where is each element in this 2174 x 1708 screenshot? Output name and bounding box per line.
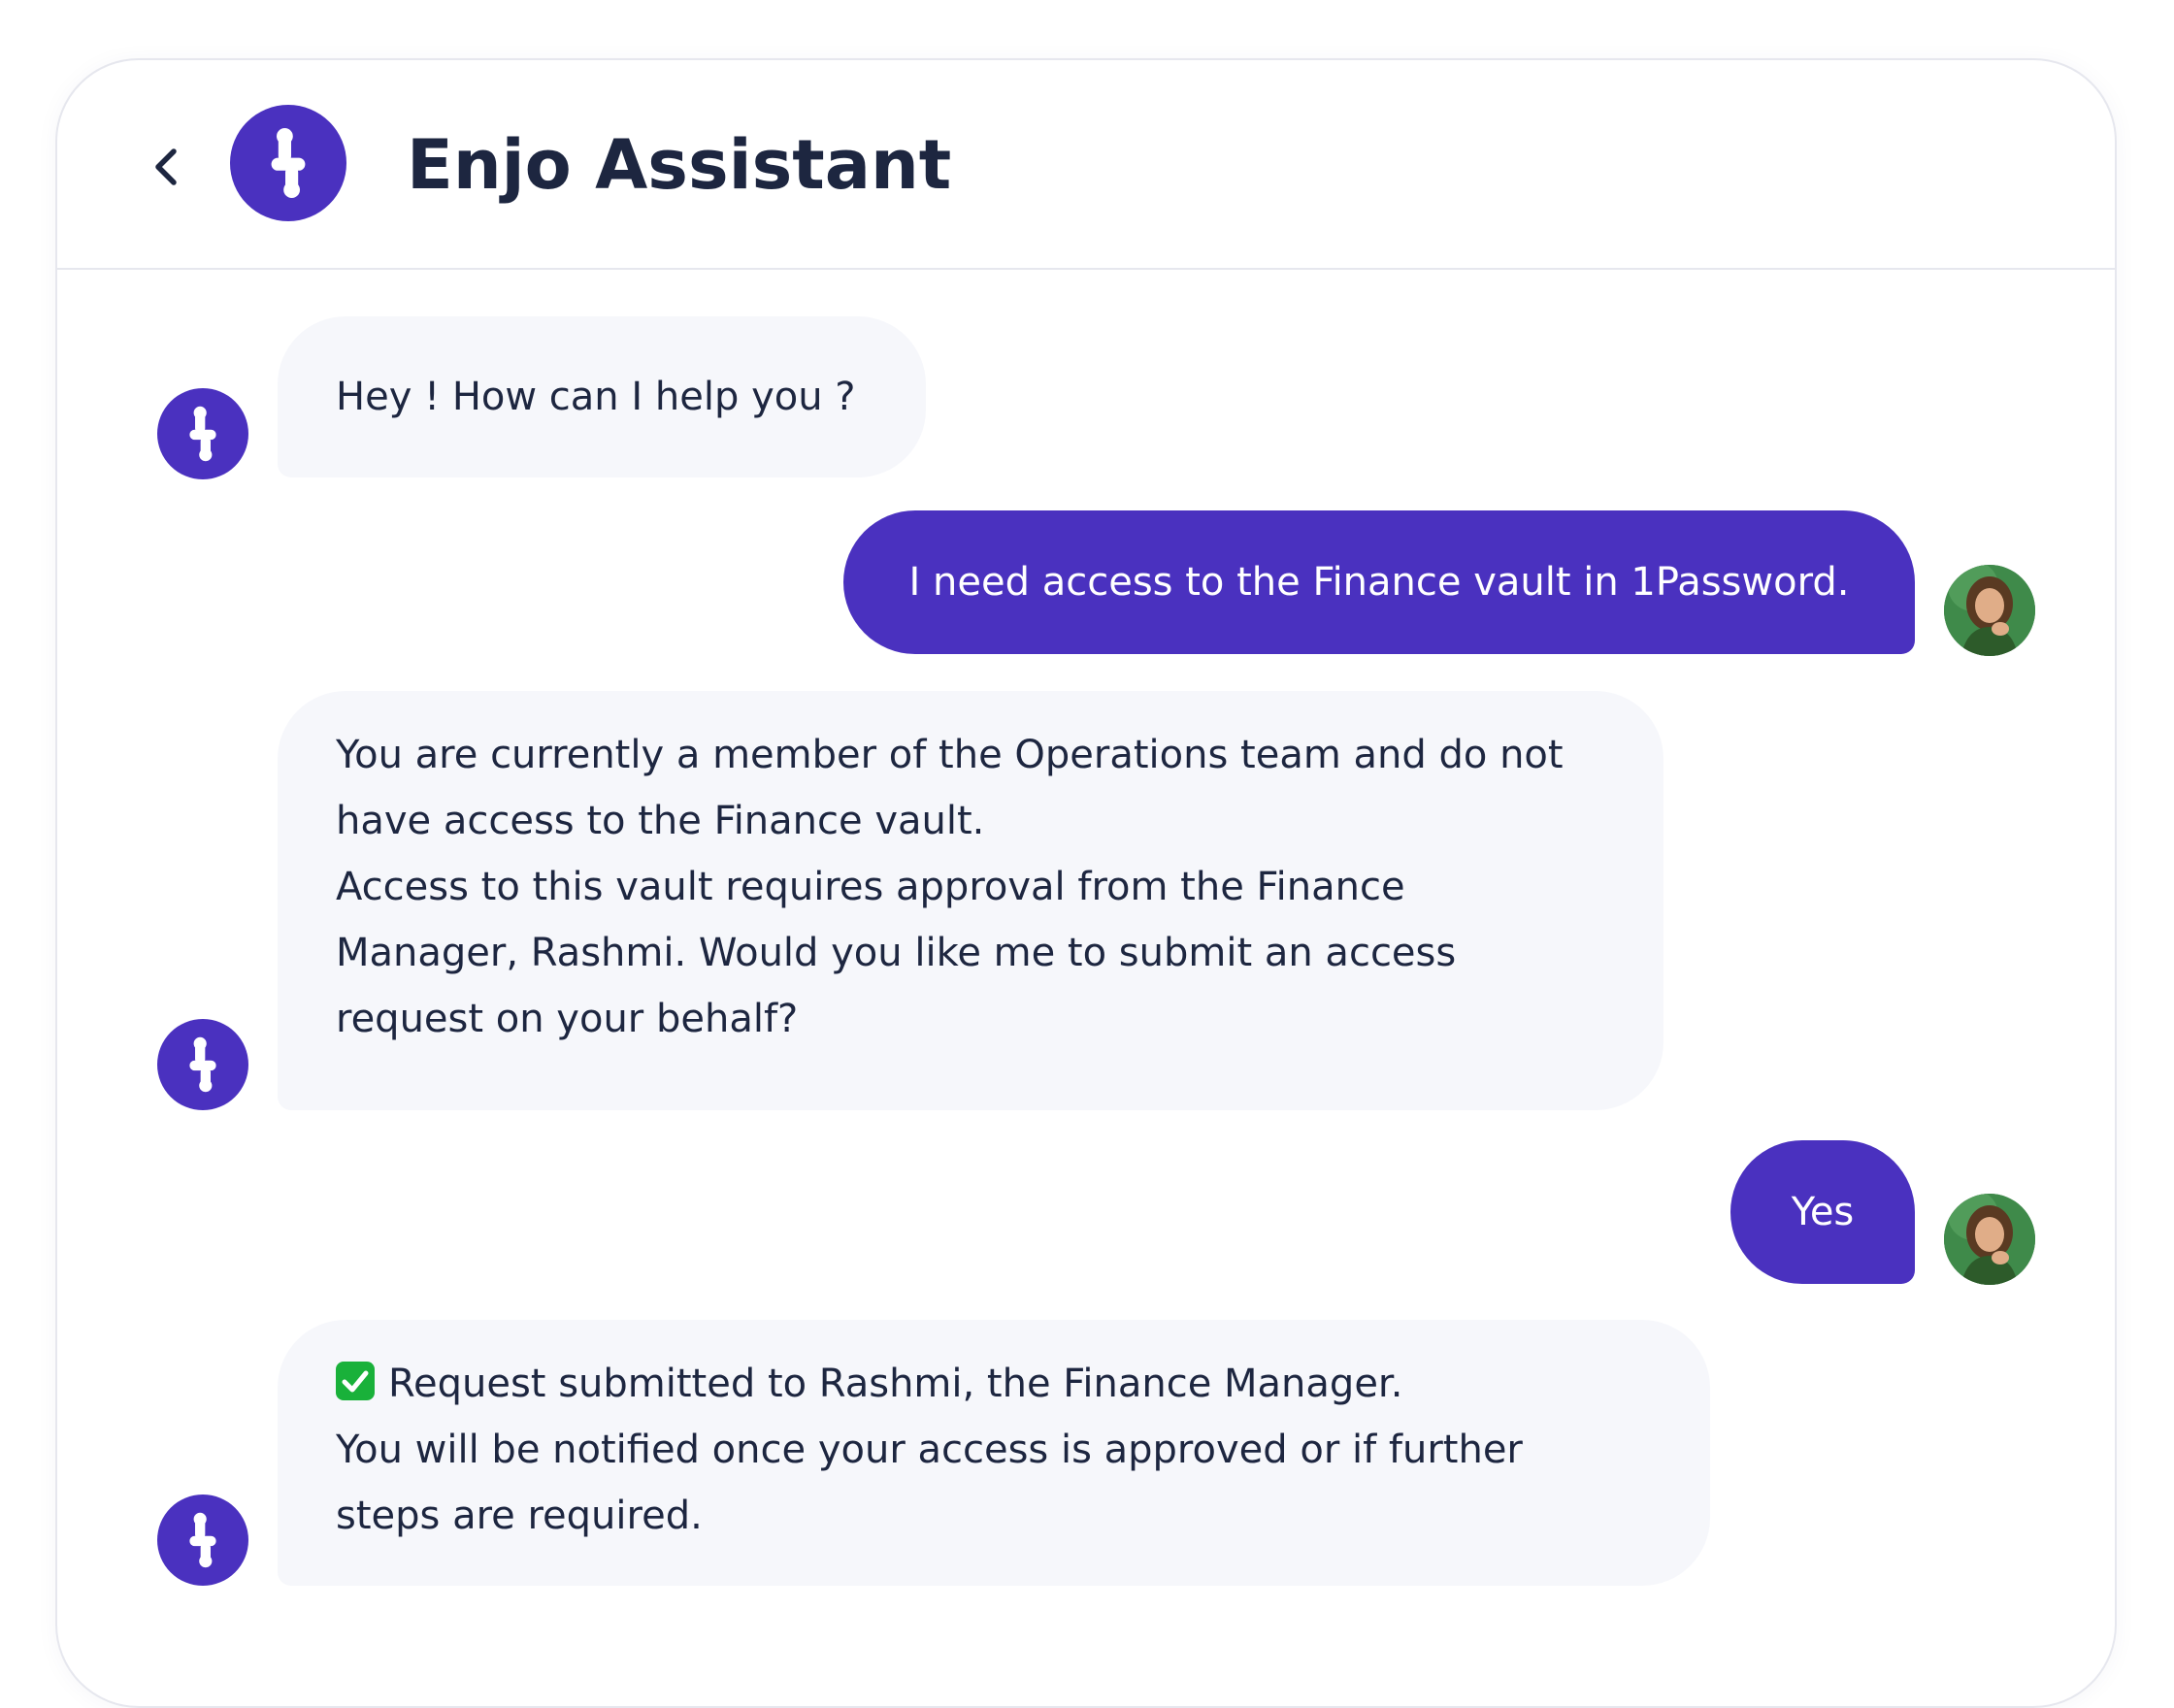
message-line: steps are required. — [336, 1494, 703, 1538]
chat-header: Enjo Assistant — [57, 60, 2115, 270]
bot-message: Request submitted to Rashmi, the Finance… — [278, 1320, 1710, 1586]
message-text: I need access to the Finance vault in 1P… — [908, 560, 1850, 605]
message-line: Request submitted to Rashmi, the Finance… — [336, 1351, 1652, 1417]
chat-window: Enjo Assistant Hey ! How can I help you … — [55, 58, 2117, 1708]
assistant-avatar — [230, 105, 346, 221]
user-message: Yes — [1730, 1140, 1915, 1284]
bot-avatar — [157, 1494, 248, 1586]
chevron-left-icon — [155, 148, 177, 185]
check-mark-icon — [336, 1362, 375, 1400]
message-text: Hey ! How can I help you ? — [336, 375, 856, 419]
enjo-logo-icon — [189, 406, 216, 462]
message-line: You are currently a member of the Operat… — [336, 733, 1564, 777]
page-title: Enjo Assistant — [407, 125, 952, 205]
message-line: have access to the Finance vault. — [336, 799, 985, 843]
bot-avatar — [157, 388, 248, 479]
user-avatar — [1944, 1194, 2035, 1285]
back-button[interactable] — [139, 138, 197, 196]
message-line: Manager, Rashmi. Would you like me to su… — [336, 931, 1457, 975]
message-line: You will be notified once your access is… — [336, 1428, 1523, 1472]
message-line: request on your behalf? — [336, 997, 799, 1041]
message-text: Request submitted to Rashmi, the Finance… — [388, 1362, 1403, 1406]
enjo-logo-icon — [189, 1036, 216, 1093]
message-text: Yes — [1791, 1190, 1855, 1234]
message-line: Access to this vault requires approval f… — [336, 865, 1405, 909]
bot-message: You are currently a member of the Operat… — [278, 691, 1663, 1110]
bot-avatar — [157, 1019, 248, 1110]
user-message: I need access to the Finance vault in 1P… — [843, 510, 1915, 654]
bot-message: Hey ! How can I help you ? — [278, 316, 926, 477]
user-photo-icon — [1944, 565, 2035, 656]
user-photo-icon — [1944, 1194, 2035, 1285]
enjo-logo-icon — [271, 128, 306, 198]
user-avatar — [1944, 565, 2035, 656]
enjo-logo-icon — [189, 1512, 216, 1568]
